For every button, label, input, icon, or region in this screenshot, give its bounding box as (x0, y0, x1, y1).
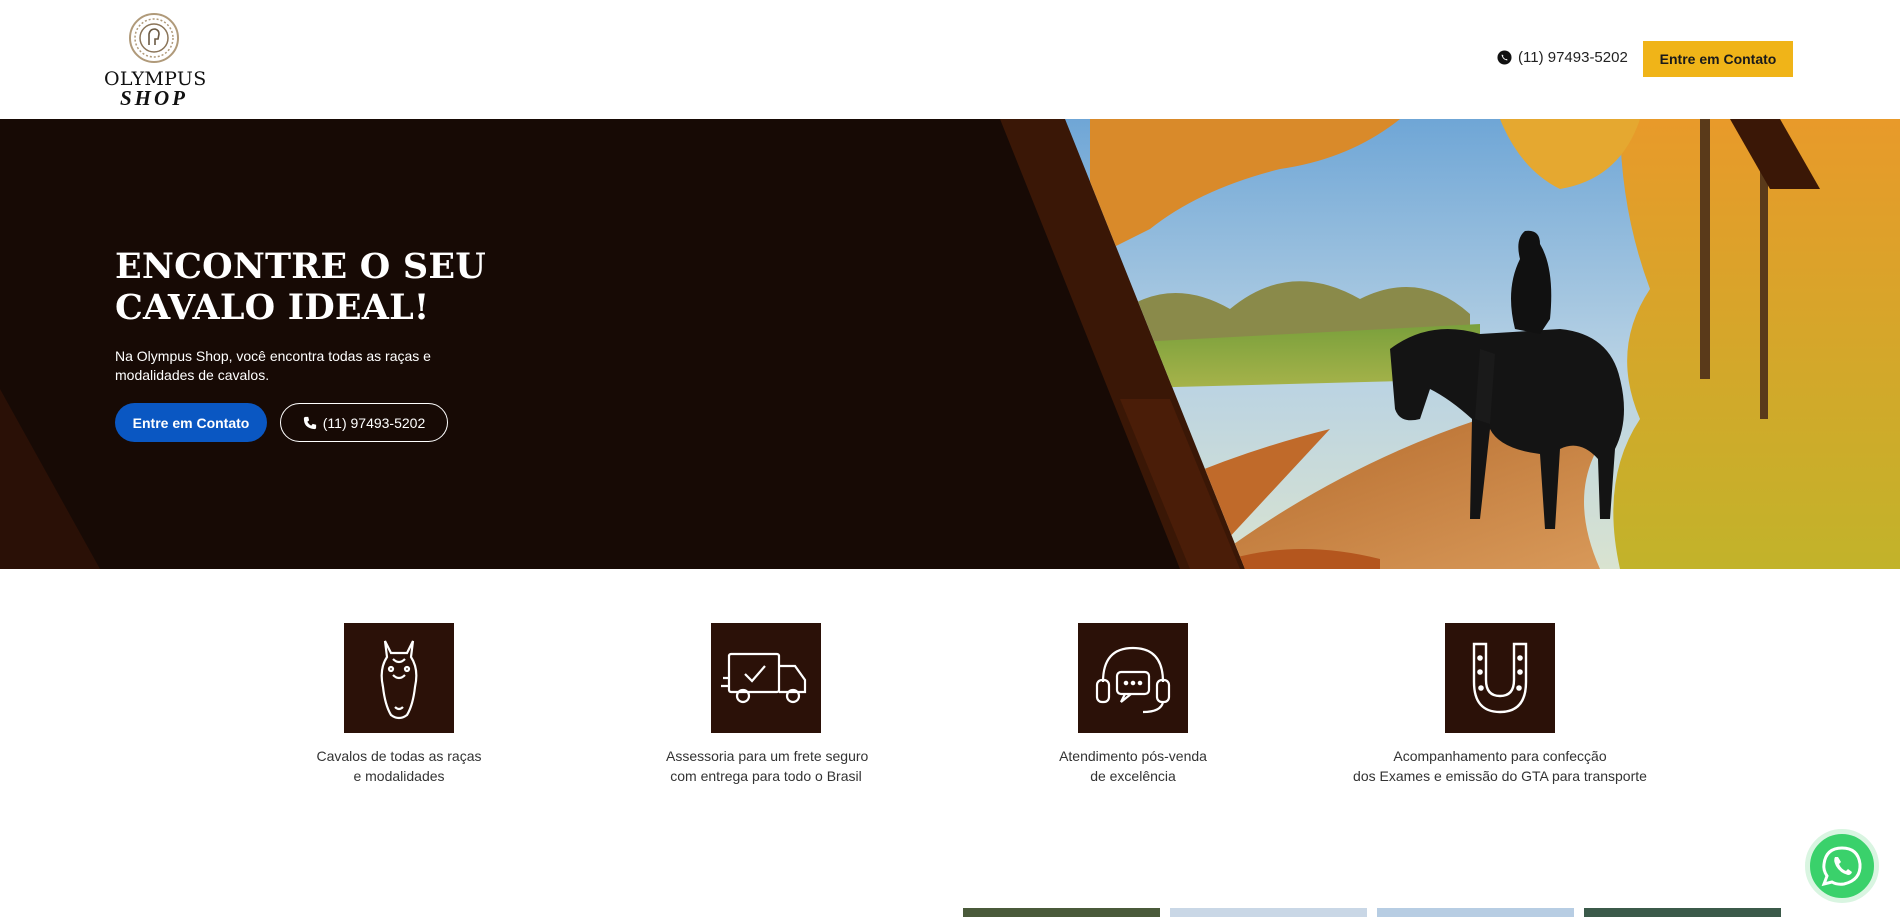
headset-support-icon (1078, 623, 1188, 733)
gallery-image[interactable] (963, 908, 1160, 917)
phone-icon (303, 416, 316, 429)
feature-text-line: Atendimento pós-venda (1059, 748, 1207, 764)
hero-title-line2: CAVALO IDEAL! (115, 287, 430, 328)
site-header: OLYMPUS SHOP (11) 97493-5202 Entre em Co… (0, 0, 1900, 119)
feature-text-line: Assessoria para um frete seguro (666, 748, 869, 764)
feature-item-breeds: Cavalos de todas as raças e modalidades (299, 623, 499, 786)
whatsapp-small-icon (1497, 50, 1512, 65)
feature-text-breeds: Cavalos de todas as raças e modalidades (299, 746, 499, 786)
logo-emblem-icon (129, 13, 179, 63)
hero-title: ENCONTRE O SEU CAVALO IDEAL! (115, 246, 535, 328)
hero-subtitle: Na Olympus Shop, você encontra todas as … (115, 348, 431, 383)
feature-item-shipping: Assessoria para um frete seguro com entr… (666, 623, 869, 786)
hero-phone-button[interactable]: (11) 97493-5202 (280, 403, 448, 442)
feature-text-line: Cavalos de todas as raças (316, 748, 482, 764)
feature-text-line: Acompanhamento para confecção (1393, 748, 1607, 764)
gallery-image[interactable] (1170, 908, 1367, 917)
feature-text-line: e modalidades (353, 768, 445, 784)
feature-text-line: com entrega para todo o Brasil (670, 768, 862, 784)
hero-banner: ENCONTRE O SEU CAVALO IDEAL! Na Olympus … (0, 119, 1900, 569)
header-phone-link[interactable]: (11) 97493-5202 (1497, 49, 1628, 66)
feature-item-exams: Acompanhamento para confecção dos Exames… (1350, 623, 1650, 786)
horse-head-icon (344, 623, 454, 733)
gallery-strip (963, 908, 1781, 917)
feature-text-line: de excelência (1090, 768, 1176, 784)
hero-title-line1: ENCONTRE O SEU (115, 246, 486, 287)
feature-text-shipping: Assessoria para um frete seguro com entr… (666, 746, 869, 786)
whatsapp-icon (1821, 846, 1862, 887)
horseshoe-icon (1445, 623, 1555, 733)
site-logo[interactable]: OLYMPUS SHOP (104, 12, 206, 110)
header-contact-button[interactable]: Entre em Contato (1643, 41, 1793, 77)
feature-item-support: Atendimento pós-venda de excelência (1033, 623, 1233, 786)
delivery-truck-icon (711, 623, 821, 733)
hero-photo-rider-horse (0, 119, 1900, 569)
feature-text-line: dos Exames e emissão do GTA para transpo… (1353, 768, 1647, 784)
header-phone-text: (11) 97493-5202 (1518, 49, 1628, 66)
logo-text-shop: SHOP (119, 86, 188, 110)
feature-text-support: Atendimento pós-venda de excelência (1033, 746, 1233, 786)
whatsapp-float-button[interactable] (1805, 829, 1879, 903)
gallery-image[interactable] (1377, 908, 1574, 917)
gallery-image[interactable] (1584, 908, 1781, 917)
hero-phone-text: (11) 97493-5202 (322, 414, 426, 431)
hero-contact-button[interactable]: Entre em Contato (115, 403, 267, 442)
feature-text-exams: Acompanhamento para confecção dos Exames… (1350, 746, 1650, 786)
